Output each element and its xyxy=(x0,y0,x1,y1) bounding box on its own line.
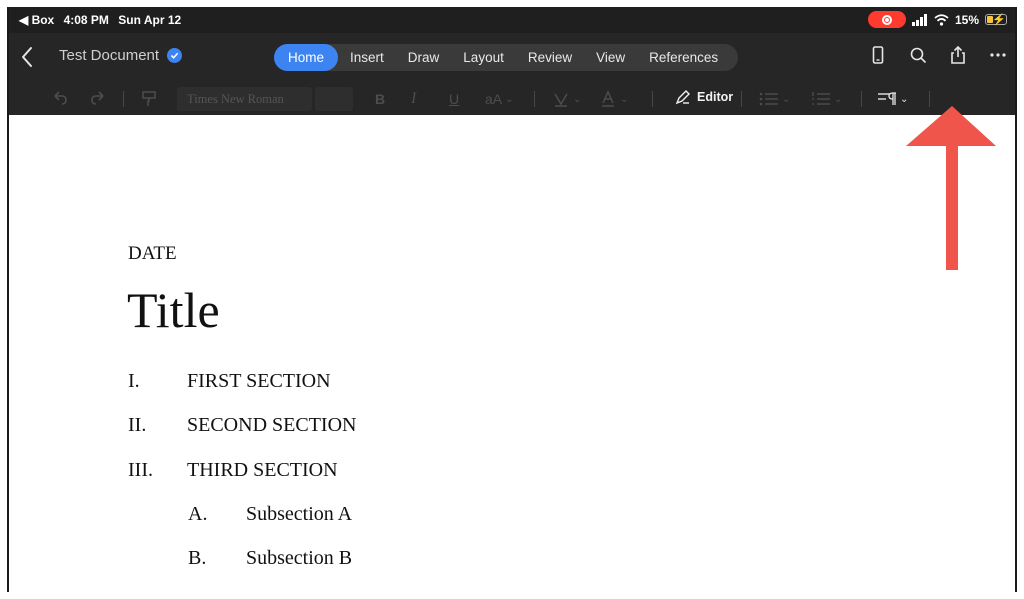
font-name-field[interactable]: Times New Roman xyxy=(177,87,312,111)
format-painter-icon[interactable] xyxy=(141,89,157,109)
status-time: 4:08 PM xyxy=(63,13,109,27)
font-size-menu-button[interactable]: aA ⌄ xyxy=(485,89,514,109)
tab-layout[interactable]: Layout xyxy=(451,44,516,71)
toolbar-divider xyxy=(741,91,742,107)
subsection-letter: A. xyxy=(188,503,208,525)
document-heading[interactable]: Title xyxy=(127,281,220,339)
chevron-down-icon: ⌄ xyxy=(782,93,791,105)
subsection-title[interactable]: Subsection A xyxy=(246,503,352,526)
back-to-app-link[interactable]: ◀ Box xyxy=(19,13,54,27)
tab-draw[interactable]: Draw xyxy=(396,44,452,71)
status-date: Sun Apr 12 xyxy=(118,13,182,27)
document-title-text: Test Document xyxy=(59,47,160,64)
editor-label: Editor xyxy=(697,90,734,104)
editor-button[interactable]: Editor xyxy=(675,89,733,105)
screen-recording-icon[interactable] xyxy=(867,11,906,28)
status-bar: ◀ Box 4:08 PM Sun Apr 12 15% ⚡ xyxy=(9,7,1015,33)
chevron-down-icon: ⌄ xyxy=(834,93,843,105)
editor-pen-icon xyxy=(675,90,690,105)
numbered-list-icon xyxy=(812,92,830,105)
search-icon[interactable] xyxy=(909,45,927,65)
section-number: III. xyxy=(128,459,153,481)
subsection-title[interactable]: Subsection B xyxy=(246,547,352,570)
bold-button[interactable]: B xyxy=(375,89,385,109)
document-page[interactable]: DATE Title I. FIRST SECTION II. SECOND S… xyxy=(9,115,1015,592)
font-size-icon: aA xyxy=(485,91,503,107)
tab-references[interactable]: References xyxy=(637,44,730,71)
section-number: I. xyxy=(128,370,140,392)
toolbar-divider xyxy=(123,91,124,107)
title-bar: Test Document Home Insert Draw Layout Re… xyxy=(9,33,1015,83)
italic-button[interactable]: I xyxy=(411,89,416,109)
underline-button[interactable]: U xyxy=(449,89,459,109)
mobile-view-icon[interactable] xyxy=(869,45,887,65)
toolbar-divider xyxy=(861,91,862,107)
paragraph-format-icon xyxy=(878,92,896,105)
highlighter-icon xyxy=(554,93,568,107)
chevron-down-icon: ⌄ xyxy=(573,93,582,105)
formatting-toolbar: Times New Roman B I U aA ⌄ ⌄ ⌄ Editor ⌄ … xyxy=(9,83,1015,115)
tab-insert[interactable]: Insert xyxy=(338,44,396,71)
undo-icon[interactable] xyxy=(51,89,69,109)
bullet-list-button[interactable]: ⌄ xyxy=(759,89,790,109)
share-icon[interactable] xyxy=(949,45,967,65)
subsection-letter: B. xyxy=(188,547,207,569)
tab-home[interactable]: Home xyxy=(274,44,339,71)
more-options-icon[interactable] xyxy=(989,45,1007,65)
wifi-icon xyxy=(934,13,949,26)
font-color-button[interactable]: ⌄ xyxy=(599,89,628,109)
paragraph-format-button[interactable]: ⌄ xyxy=(877,89,908,109)
chevron-down-icon: ⌄ xyxy=(900,93,909,105)
font-size-field[interactable] xyxy=(315,87,353,111)
annotation-arrow-icon xyxy=(906,106,996,270)
chevron-down-icon: ⌄ xyxy=(505,93,514,105)
saved-check-icon xyxy=(167,48,183,63)
document-title[interactable]: Test Document xyxy=(59,47,183,64)
redo-icon[interactable] xyxy=(89,89,107,109)
bullet-list-icon xyxy=(759,92,778,106)
section-title[interactable]: THIRD SECTION xyxy=(187,459,338,482)
numbered-list-button[interactable]: ⌄ xyxy=(811,89,842,109)
battery-icon: ⚡ xyxy=(985,14,1007,26)
font-color-icon xyxy=(602,90,614,107)
highlight-color-button[interactable]: ⌄ xyxy=(552,89,581,109)
tab-view[interactable]: View xyxy=(584,44,637,71)
tab-review[interactable]: Review xyxy=(516,44,584,71)
section-title[interactable]: FIRST SECTION xyxy=(187,370,331,393)
toolbar-divider xyxy=(652,91,653,107)
section-title[interactable]: SECOND SECTION xyxy=(187,414,356,437)
back-chevron-icon[interactable] xyxy=(17,44,37,70)
battery-percent: 15% xyxy=(954,12,979,27)
document-date[interactable]: DATE xyxy=(128,243,177,265)
chevron-down-icon: ⌄ xyxy=(620,93,629,105)
app-frame: ◀ Box 4:08 PM Sun Apr 12 15% ⚡ Test Docu… xyxy=(7,7,1017,592)
cellular-signal-icon xyxy=(911,13,927,26)
ribbon-tabs: Home Insert Draw Layout Review View Refe… xyxy=(274,44,739,71)
section-number: II. xyxy=(128,414,147,436)
header-actions xyxy=(869,45,1007,65)
toolbar-divider xyxy=(534,91,535,107)
